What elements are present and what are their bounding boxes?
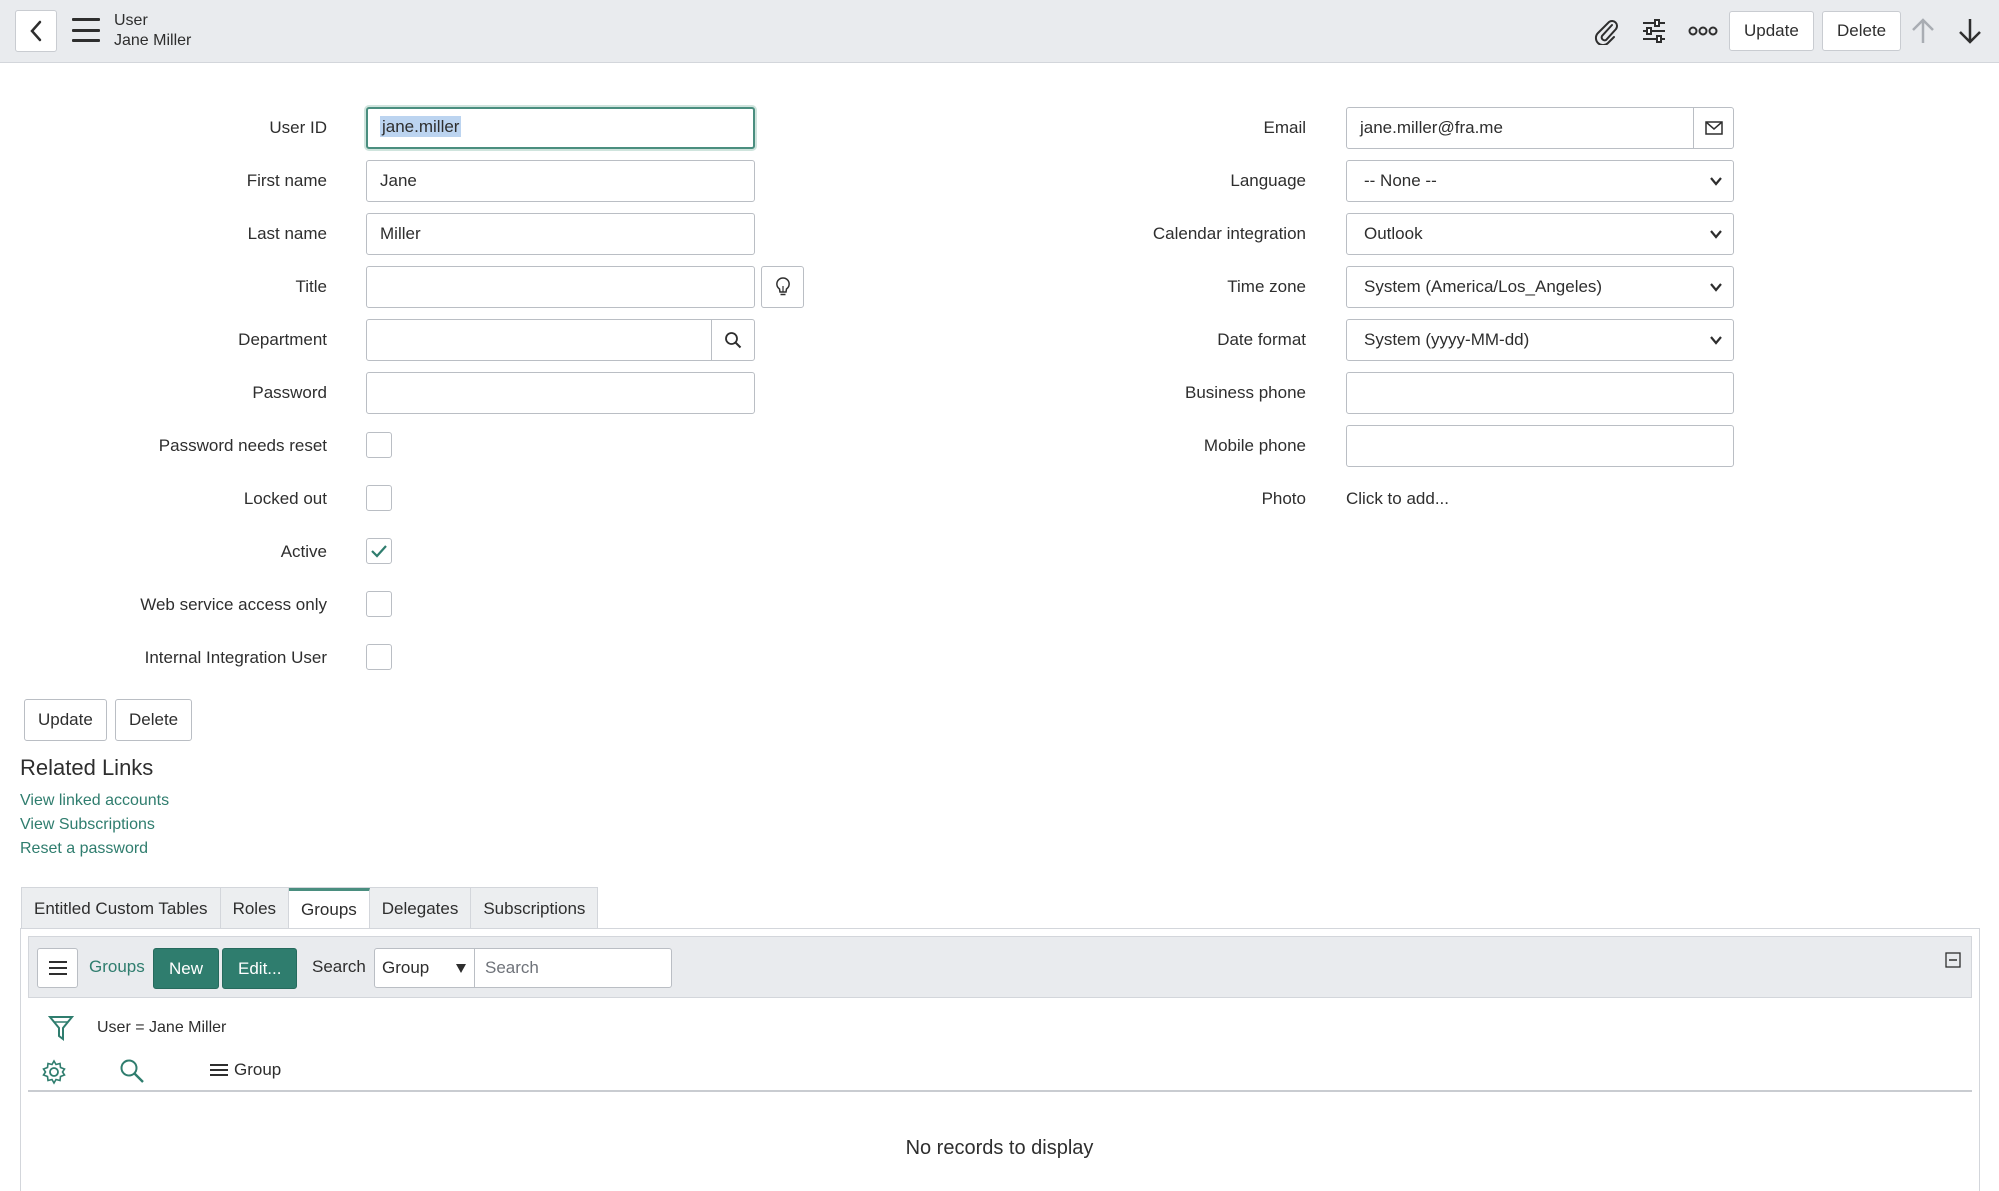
column-group[interactable]: Group (210, 1060, 281, 1080)
view-linked-accounts-link[interactable]: View linked accounts (20, 792, 169, 810)
table-name: User (114, 12, 148, 29)
business-phone-label: Business phone (1185, 383, 1306, 402)
form-header: User Jane Miller Update Delete (0, 0, 1999, 63)
gear-icon[interactable] (41, 1059, 67, 1085)
column-header-row (28, 1052, 1972, 1092)
email-label: Email (1263, 118, 1306, 137)
search-field-value: Group (382, 958, 430, 977)
calendar-label: Calendar integration (1152, 224, 1306, 243)
related-links-title: Related Links (20, 755, 154, 780)
filter-breadcrumb[interactable]: User = Jane Miller (97, 1019, 226, 1037)
date-format-label: Date format (1217, 330, 1306, 349)
header-titles: User Jane Miller (114, 11, 191, 51)
chevron-down-icon (1710, 336, 1722, 345)
reset-password-link[interactable]: Reset a password (20, 840, 148, 858)
paperclip-icon[interactable] (1589, 14, 1623, 48)
language-label: Language (1230, 171, 1306, 190)
calendar-select[interactable]: Outlook (1346, 213, 1734, 255)
header-update-button[interactable]: Update (1729, 11, 1814, 51)
sliders-icon[interactable] (1637, 14, 1671, 48)
photo-add-link[interactable]: Click to add... (1346, 489, 1449, 509)
arrow-down-icon[interactable] (1953, 14, 1987, 48)
internal-integration-label: Internal Integration User (144, 648, 327, 667)
envelope-icon (1704, 121, 1723, 135)
list-menu-icon[interactable] (37, 948, 78, 988)
back-button[interactable] (15, 10, 57, 52)
chevron-left-icon (30, 20, 42, 42)
photo-label: Photo (1261, 489, 1306, 508)
language-select[interactable]: -- None -- (1346, 160, 1734, 202)
date-format-select[interactable]: System (yyyy-MM-dd) (1346, 319, 1734, 361)
tab-groups[interactable]: Groups (289, 888, 370, 929)
search-label: Search (312, 957, 366, 976)
filter-icon[interactable] (48, 1014, 74, 1042)
delete-button[interactable]: Delete (115, 699, 193, 741)
column-group-label: Group (234, 1060, 282, 1079)
checkmark-icon (371, 545, 387, 558)
calendar-value: Outlook (1364, 224, 1423, 243)
date-format-value: System (yyyy-MM-dd) (1364, 330, 1530, 349)
related-list-tabs: Entitled Custom Tables Roles Groups Dele… (21, 887, 599, 929)
timezone-value: System (America/Los_Angeles) (1364, 277, 1603, 296)
search-field-select[interactable]: Group (374, 948, 475, 988)
collapse-icon[interactable] (1945, 952, 1961, 968)
timezone-select[interactable]: System (America/Los_Angeles) (1346, 266, 1734, 308)
tab-entitled-custom-tables[interactable]: Entitled Custom Tables (22, 888, 221, 929)
new-button[interactable]: New (153, 948, 220, 989)
internal-integration-checkbox[interactable] (366, 644, 392, 670)
header-delete-button[interactable]: Delete (1822, 11, 1902, 51)
tab-subscriptions[interactable]: Subscriptions (471, 888, 597, 929)
list-title[interactable]: Groups (89, 957, 145, 977)
update-button[interactable]: Update (24, 699, 107, 741)
search-icon[interactable] (119, 1058, 145, 1084)
menu-icon[interactable] (72, 18, 100, 42)
edit-button[interactable]: Edit... (222, 948, 298, 989)
mobile-phone-input[interactable] (1346, 425, 1734, 467)
mobile-phone-label: Mobile phone (1203, 436, 1306, 455)
language-value: -- None -- (1364, 171, 1437, 190)
arrow-up-icon[interactable] (1906, 14, 1940, 48)
business-phone-input[interactable] (1346, 372, 1734, 414)
more-icon[interactable] (1686, 14, 1720, 48)
chevron-down-icon (1710, 230, 1722, 239)
search-input[interactable] (474, 948, 672, 988)
empty-message: No records to display (905, 1137, 1094, 1159)
chevron-down-icon (1710, 177, 1722, 186)
tab-roles[interactable]: Roles (221, 888, 290, 929)
active-label: Active (280, 542, 327, 561)
chevron-down-icon (1710, 283, 1722, 292)
view-subscriptions-link[interactable]: View Subscriptions (20, 816, 155, 834)
web-service-label: Web service access only (140, 595, 327, 614)
record-name: Jane Miller (114, 32, 192, 49)
column-menu-icon[interactable] (210, 1063, 228, 1077)
tab-delegates[interactable]: Delegates (370, 888, 472, 929)
list-toolbar: Groups New Edit... Search Group (28, 936, 1972, 998)
active-checkbox[interactable] (366, 538, 392, 564)
caret-down-icon (456, 964, 466, 973)
email-input[interactable]: jane.miller@fra.me (1346, 107, 1694, 149)
timezone-label: Time zone (1227, 277, 1306, 296)
email-send-button[interactable] (1693, 107, 1734, 149)
web-service-checkbox[interactable] (366, 591, 392, 617)
